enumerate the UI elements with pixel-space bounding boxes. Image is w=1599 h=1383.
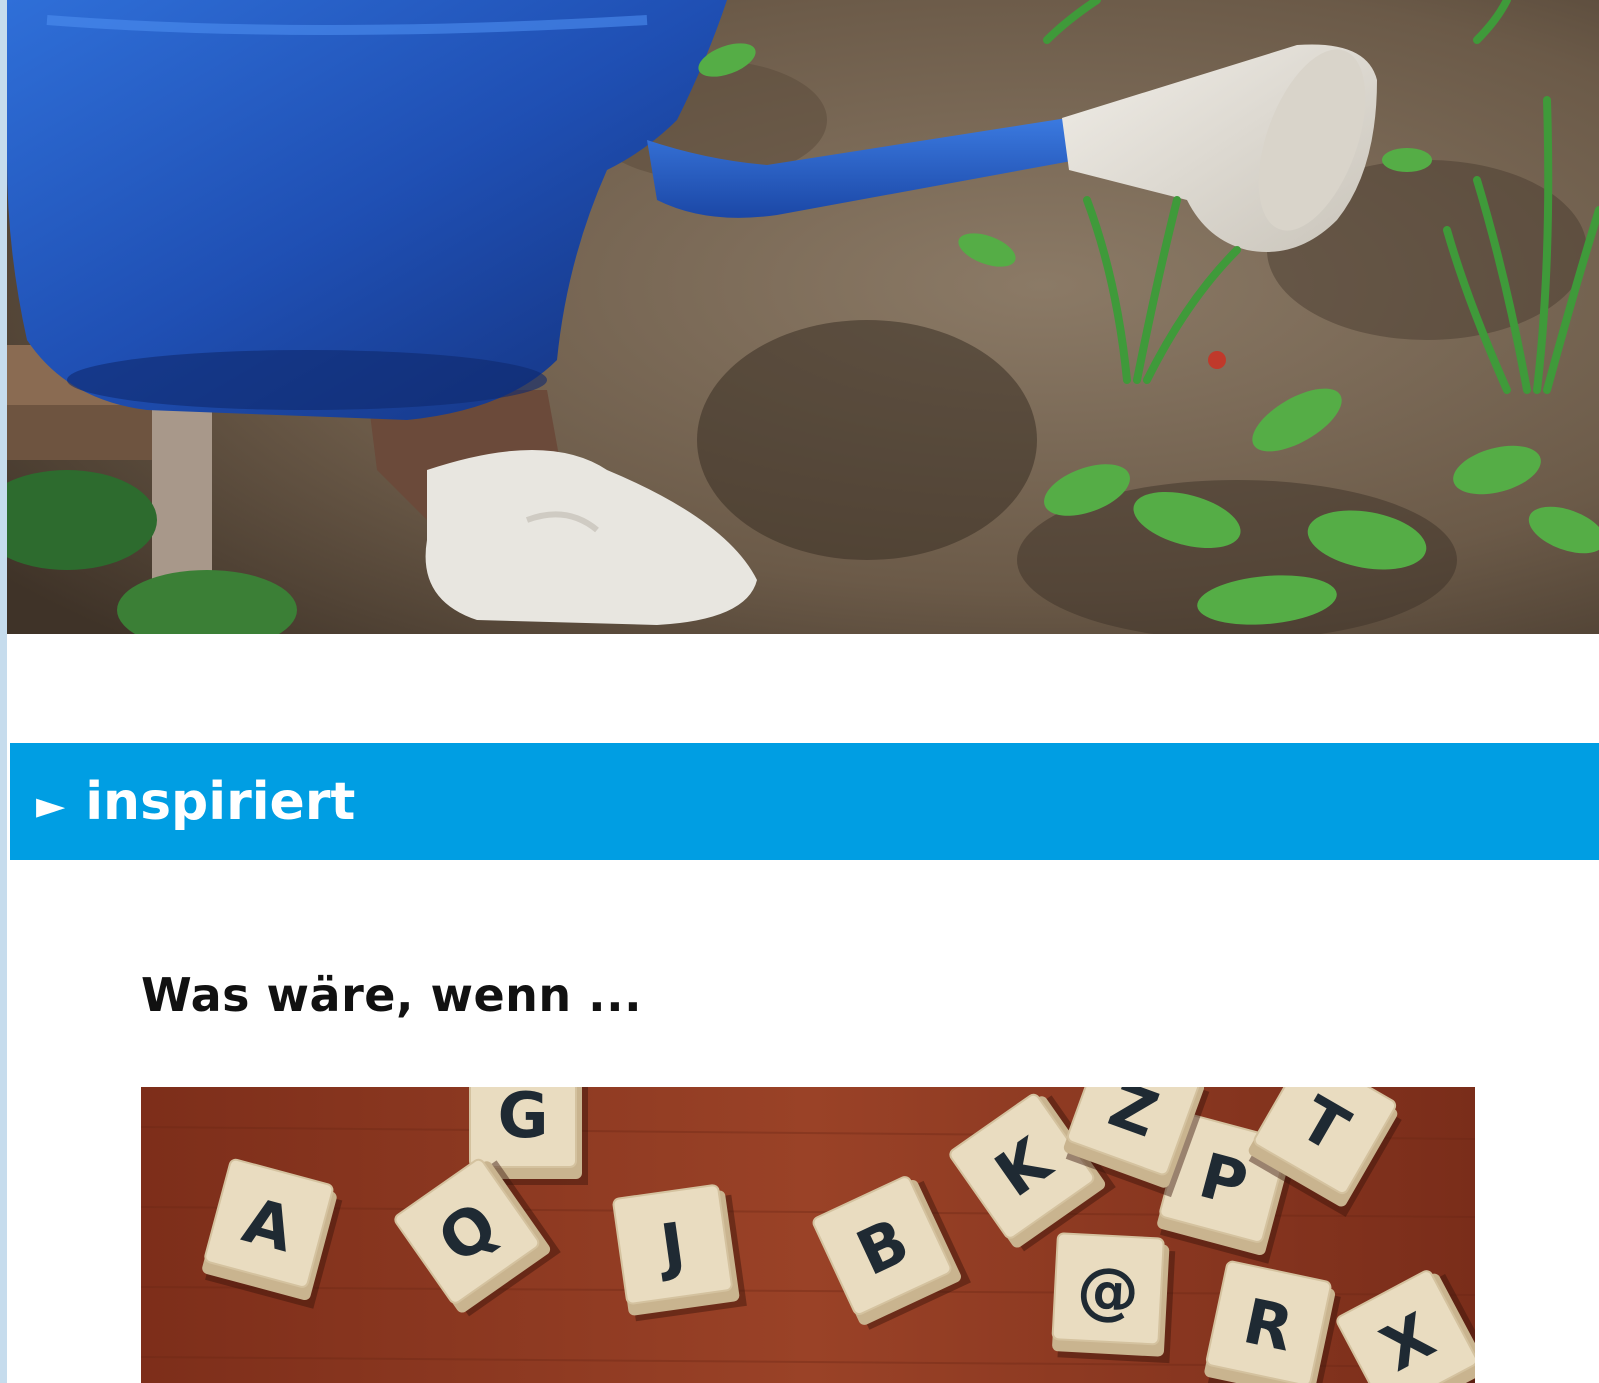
watering-can-photo <box>7 0 1599 634</box>
tile-letter: @ <box>1075 1252 1141 1328</box>
section-title: inspiriert <box>85 771 356 832</box>
page: ► inspiriert Was wäre, wenn ... GKPTAQJB… <box>0 0 1599 1383</box>
hero-image <box>7 0 1599 634</box>
section-banner[interactable]: ► inspiriert <box>10 743 1599 860</box>
tile-letter: G <box>498 1087 549 1152</box>
article-image[interactable]: G K P T A Q J B @ R X Z <box>141 1087 1475 1383</box>
triangle-right-icon: ► <box>36 782 66 827</box>
letter-tile: @ <box>1051 1232 1176 1364</box>
left-rail <box>0 0 7 1383</box>
letter-tile: J <box>612 1184 747 1322</box>
letter-blocks-photo: GK PTA Q J B@ R XZ <box>141 1087 1475 1383</box>
article-heading[interactable]: Was wäre, wenn ... <box>141 970 642 1021</box>
